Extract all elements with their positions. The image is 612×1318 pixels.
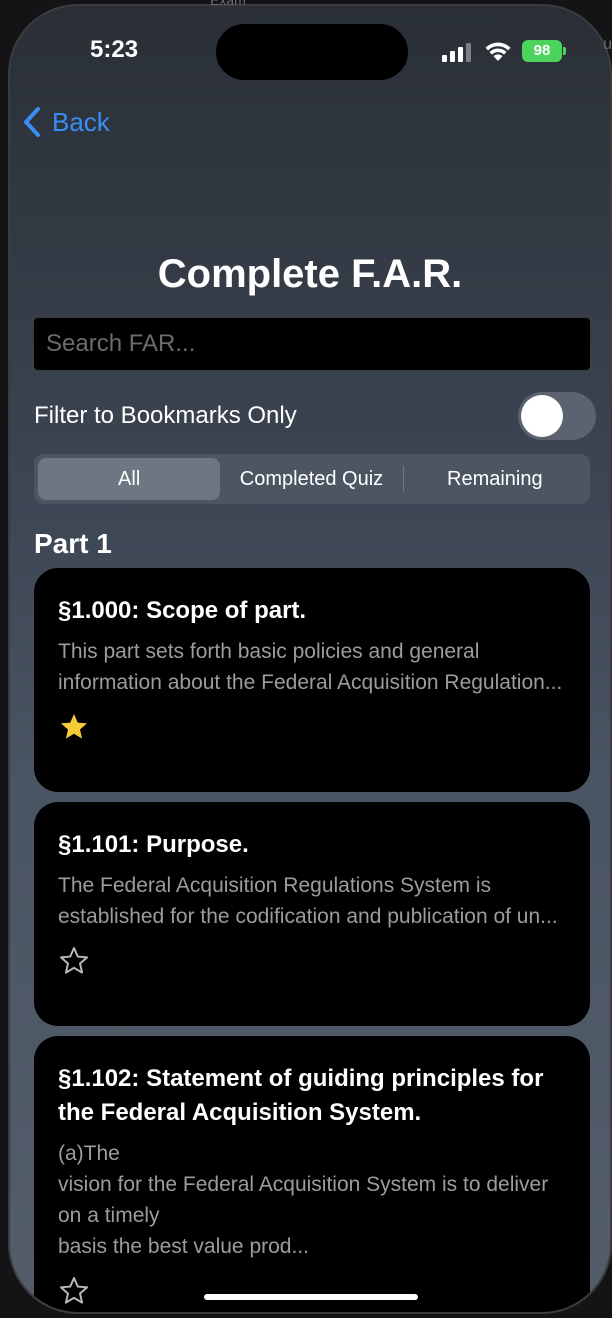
dynamic-island [216, 24, 408, 80]
far-card[interactable]: §1.102: Statement of guiding principles … [34, 1036, 590, 1312]
wifi-icon [485, 42, 511, 61]
bookmark-filter-label: Filter to Bookmarks Only [34, 402, 297, 429]
card-excerpt: (a)The vision for the Federal Acquisitio… [58, 1142, 549, 1258]
card-title: §1.102: Statement of guiding principles … [58, 1065, 544, 1126]
battery-tip [563, 47, 566, 55]
page-title: Complete F.A.R. [157, 252, 463, 296]
card-excerpt: This part sets forth basic policies and … [58, 640, 563, 694]
star-filled-icon[interactable] [58, 712, 90, 742]
background-window-text: Exam [210, 0, 246, 8]
bookmark-filter-toggle[interactable] [518, 392, 596, 440]
far-card[interactable]: §1.101: Purpose. The Federal Acquisition… [34, 802, 590, 1026]
chevron-left-icon [24, 107, 40, 137]
star-outline-icon[interactable] [58, 946, 90, 976]
background-window-text: u [603, 36, 612, 53]
far-card[interactable]: §1.000: Scope of part. This part sets fo… [34, 568, 590, 792]
segment-completed-quiz[interactable]: Completed Quiz [220, 458, 402, 500]
card-excerpt: The Federal Acquisition Regulations Syst… [58, 874, 558, 928]
status-bar: 5:23 98 [10, 6, 610, 96]
card-title: §1.000: Scope of part. [58, 597, 307, 624]
toggle-knob [521, 395, 563, 437]
card-title: §1.101: Purpose. [58, 831, 249, 858]
battery-level: 98 [533, 42, 551, 59]
quiz-filter-segmented-control: All Completed Quiz Remaining [34, 454, 590, 504]
segment-all[interactable]: All [38, 458, 221, 500]
section-title: Part 1 [34, 528, 112, 559]
segment-remaining[interactable]: Remaining [404, 458, 586, 500]
home-indicator[interactable] [204, 1294, 418, 1300]
phone-screen: 5:23 98 Back Complete F.A.R. Filter to B… [8, 4, 612, 1314]
status-time: 5:23 [90, 36, 139, 63]
search-input[interactable] [34, 318, 590, 370]
star-outline-icon[interactable] [58, 1276, 90, 1306]
back-label: Back [52, 106, 110, 137]
bookmark-filter-row: Filter to Bookmarks Only [34, 392, 596, 440]
cellular-signal-icon [442, 42, 472, 62]
back-button[interactable]: Back [22, 106, 110, 138]
battery-icon: 98 [522, 40, 562, 62]
